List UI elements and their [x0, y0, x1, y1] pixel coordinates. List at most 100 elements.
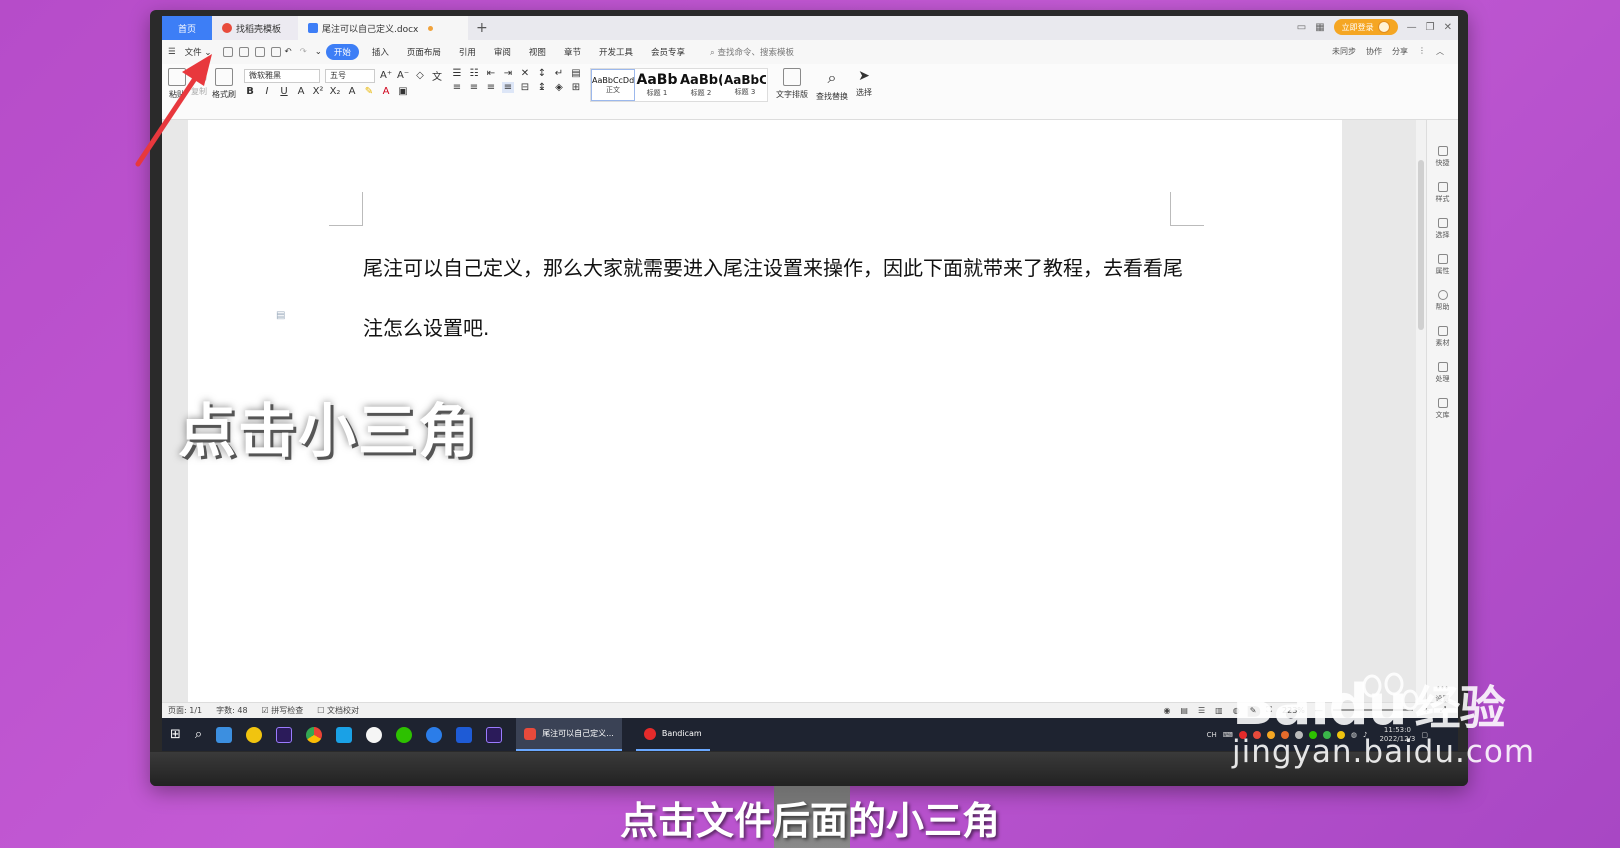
- login-button[interactable]: 立即登录: [1333, 19, 1398, 35]
- sidebar-item-help[interactable]: 帮助: [1436, 290, 1450, 312]
- strikethrough-icon[interactable]: A: [295, 86, 307, 97]
- distribute-icon[interactable]: ⊟: [519, 82, 531, 93]
- justify-icon[interactable]: ≡: [502, 82, 514, 93]
- line-spacing-icon[interactable]: ↨: [536, 82, 548, 93]
- style-normal[interactable]: AaBbCcDd 正文: [591, 69, 635, 101]
- more-icon[interactable]: ⋮: [1418, 46, 1426, 57]
- shading-icon[interactable]: ◈: [553, 82, 565, 93]
- redo-icon[interactable]: ↷: [300, 47, 307, 57]
- collaborate-button[interactable]: 协作: [1366, 46, 1382, 57]
- eye-protect-icon[interactable]: ◉: [1163, 706, 1170, 715]
- highlight-icon[interactable]: ✎: [363, 86, 375, 97]
- align-right-icon[interactable]: ≡: [485, 82, 497, 93]
- format-painter-icon[interactable]: [215, 68, 233, 86]
- spell-check-toggle[interactable]: ☑ 拼写检查: [262, 705, 304, 716]
- qq-icon[interactable]: [366, 726, 383, 743]
- outline-view-icon[interactable]: ☰: [1198, 706, 1205, 715]
- command-search[interactable]: ⌕ 查找命令、搜索模板: [710, 46, 794, 58]
- tab-document[interactable]: 尾注可以自己定义.docx: [298, 16, 468, 40]
- collapse-ribbon-icon[interactable]: ︿: [1436, 46, 1444, 57]
- sidebar-item-process[interactable]: 处理: [1436, 362, 1450, 384]
- shrink-font-icon[interactable]: A⁻: [397, 70, 409, 81]
- format-painter-label[interactable]: 格式刷: [212, 89, 236, 100]
- copy-button[interactable]: 复制: [191, 86, 207, 97]
- restore-icon[interactable]: ❐: [1426, 22, 1435, 33]
- scroll-thumb[interactable]: [1418, 160, 1424, 330]
- export-pdf-icon[interactable]: [239, 47, 250, 57]
- swift-app-icon[interactable]: [456, 726, 473, 743]
- bullet-list-icon[interactable]: ☰: [451, 68, 463, 79]
- sidebar-item-select[interactable]: 选择: [1436, 218, 1450, 240]
- windows-start-icon[interactable]: ⊞: [170, 727, 181, 742]
- subscript-icon[interactable]: X₂: [329, 86, 341, 97]
- sidebar-item-library[interactable]: 文库: [1436, 398, 1450, 420]
- sidebar-item-quick[interactable]: 快捷: [1436, 146, 1450, 168]
- undo-icon[interactable]: ↶: [284, 47, 291, 57]
- reading-view-icon[interactable]: ▥: [1215, 706, 1223, 715]
- underline-icon[interactable]: U: [278, 86, 290, 97]
- cut-button[interactable]: 剪切: [191, 72, 207, 83]
- menu-review[interactable]: 审阅: [485, 46, 520, 58]
- file-dropdown-triangle-icon[interactable]: ⌄: [204, 48, 211, 58]
- clear-format-icon[interactable]: ◇: [414, 70, 426, 81]
- paste-icon[interactable]: [168, 68, 186, 86]
- italic-icon[interactable]: I: [261, 86, 273, 97]
- new-tab-plus-icon[interactable]: +: [468, 20, 496, 36]
- style-heading-3[interactable]: AaBbC 标题 3: [723, 69, 767, 101]
- menu-section[interactable]: 章节: [555, 46, 590, 58]
- sidebar-item-material[interactable]: 素材: [1436, 326, 1450, 348]
- photos-app-icon[interactable]: [216, 726, 233, 743]
- align-left-icon[interactable]: ≡: [451, 82, 463, 93]
- wechat-icon[interactable]: [396, 726, 413, 743]
- menu-references[interactable]: 引用: [450, 46, 485, 58]
- browser-360-icon[interactable]: [246, 726, 263, 743]
- grow-font-icon[interactable]: A⁺: [380, 70, 392, 81]
- sort-icon[interactable]: ↕: [536, 68, 548, 79]
- vertical-scrollbar[interactable]: [1416, 120, 1426, 702]
- menu-member[interactable]: 会员专享: [642, 46, 694, 58]
- show-marks-icon[interactable]: ↵: [553, 68, 565, 79]
- taskbar-app-wps[interactable]: 尾注可以自己定义...: [516, 718, 622, 751]
- menu-page-layout[interactable]: 页面布局: [398, 46, 450, 58]
- font-select[interactable]: 微软雅黑: [244, 68, 320, 83]
- menu-developer[interactable]: 开发工具: [590, 46, 642, 58]
- phonetic-icon[interactable]: 文: [431, 68, 443, 83]
- word-count[interactable]: 字数: 48: [216, 705, 247, 716]
- chrome-icon[interactable]: [306, 726, 323, 743]
- input-method-icon[interactable]: CH: [1207, 731, 1217, 739]
- print-icon[interactable]: [255, 47, 266, 57]
- premiere-2-icon[interactable]: [486, 726, 503, 743]
- style-heading-2[interactable]: AaBb( 标题 2: [679, 69, 723, 101]
- superscript-icon[interactable]: X²: [312, 86, 324, 97]
- print-preview-icon[interactable]: [271, 47, 282, 57]
- tab-template[interactable]: 找稻壳模板: [212, 16, 298, 40]
- paragraph-handle-icon[interactable]: ▤: [276, 310, 285, 321]
- layout-icon[interactable]: ▭: [1297, 22, 1306, 33]
- sync-button[interactable]: 未同步: [1332, 46, 1356, 57]
- premiere-icon[interactable]: [276, 726, 293, 743]
- border-icon[interactable]: ⊞: [570, 82, 582, 93]
- file-menu[interactable]: 文件 ⌄: [176, 46, 221, 58]
- customize-toolbar-icon[interactable]: ⌄: [315, 47, 322, 57]
- proofread-button[interactable]: ☐ 文档校对: [317, 705, 359, 716]
- style-heading-1[interactable]: AaBb 标题 1: [635, 69, 679, 101]
- close-icon[interactable]: ✕: [1444, 22, 1452, 33]
- chinese-layout-icon[interactable]: ✕: [519, 68, 531, 79]
- text-effect-icon[interactable]: A: [346, 86, 358, 97]
- page-view-icon[interactable]: ▤: [1180, 706, 1188, 715]
- text-layout-button[interactable]: 文字排版: [776, 68, 808, 100]
- taskbar-search-icon[interactable]: ⌕: [195, 727, 202, 742]
- menu-view[interactable]: 视图: [520, 46, 555, 58]
- search-app-icon[interactable]: [336, 726, 353, 743]
- decrease-indent-icon[interactable]: ⇤: [485, 68, 497, 79]
- font-size-select[interactable]: 五号: [325, 68, 375, 83]
- edge-icon[interactable]: [426, 726, 443, 743]
- bold-icon[interactable]: B: [244, 86, 256, 97]
- numbered-list-icon[interactable]: ☷: [468, 68, 480, 79]
- save-icon[interactable]: [223, 47, 234, 57]
- increase-indent-icon[interactable]: ⇥: [502, 68, 514, 79]
- grid-icon[interactable]: ▦: [1315, 22, 1324, 33]
- table-tools-icon[interactable]: ▤: [570, 68, 582, 79]
- sidebar-item-style[interactable]: 样式: [1436, 182, 1450, 204]
- menu-start[interactable]: 开始: [325, 44, 359, 60]
